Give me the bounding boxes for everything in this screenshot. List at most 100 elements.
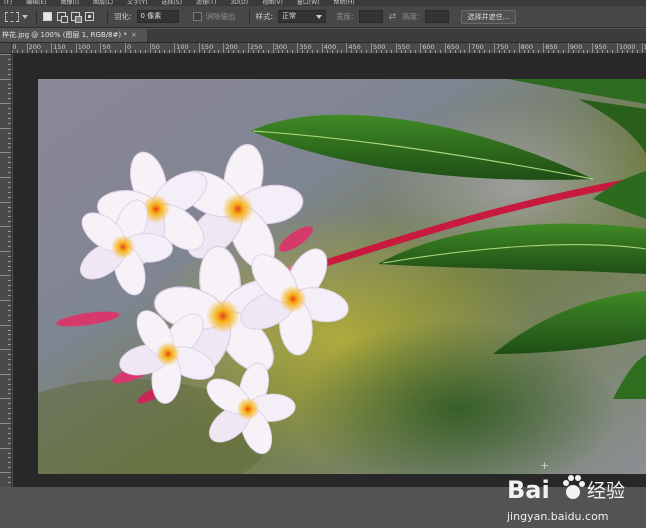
ruler-tick <box>592 43 593 53</box>
ruler-label: 750 <box>496 43 508 51</box>
ruler-tick <box>238 50 239 53</box>
chevron-down-icon <box>316 15 322 19</box>
canvas-area[interactable]: + Bai 经验 jingyan.baidu.com <box>13 54 646 487</box>
ruler-origin[interactable] <box>0 43 12 54</box>
ruler-tick <box>8 88 11 89</box>
ruler-tick <box>612 50 613 53</box>
ruler-tick <box>327 50 328 53</box>
ruler-label: 350 <box>299 43 311 51</box>
ruler-tick <box>91 50 92 53</box>
document-tab[interactable]: 梓花.jpg @ 100% (图层 1, RGB/8#) *× <box>0 29 147 42</box>
ruler-tick <box>0 275 11 276</box>
feather-label: 羽化: <box>114 11 132 22</box>
menu-item[interactable]: 窗口(W) <box>297 0 320 5</box>
ruler-tick <box>578 50 579 53</box>
ruler-tick <box>8 408 11 409</box>
ruler-tick <box>209 50 210 53</box>
ruler-tick <box>8 59 11 60</box>
ruler-label: 400 <box>324 43 336 51</box>
ruler-tick <box>0 325 11 326</box>
ruler-tick <box>509 50 510 53</box>
menu-item[interactable]: 图像(I) <box>61 0 79 5</box>
horizontal-ruler[interactable]: 2502001501005005010015020025030035040045… <box>12 43 646 54</box>
ruler-tick <box>8 453 11 454</box>
ruler-tick <box>484 50 485 53</box>
ruler-tick <box>61 50 62 53</box>
antialias-checkbox[interactable] <box>193 12 202 21</box>
document-canvas[interactable] <box>38 79 646 474</box>
menu-item[interactable]: 文字(Y) <box>127 0 147 5</box>
intersect-selection-icon[interactable] <box>85 12 94 21</box>
height-input[interactable] <box>425 10 449 23</box>
ruler-tick <box>51 43 52 53</box>
ruler-tick <box>228 50 229 53</box>
ruler-tick <box>8 403 11 404</box>
ruler-tick <box>376 50 377 53</box>
ruler-tick <box>66 50 67 53</box>
ruler-tick <box>71 50 72 53</box>
ruler-tick <box>617 43 618 53</box>
ruler-tick <box>8 482 11 483</box>
ruler-tick <box>8 187 11 188</box>
ruler-tick <box>8 344 11 345</box>
close-icon[interactable]: × <box>131 31 137 39</box>
ruler-tick <box>8 167 11 168</box>
ruler-tick <box>381 50 382 53</box>
ruler-tick <box>268 50 269 53</box>
ruler-tick <box>8 457 11 458</box>
feather-input[interactable]: 0 像素 <box>137 10 179 23</box>
style-select-value: 正常 <box>282 11 296 22</box>
menu-item[interactable]: 视图(V) <box>262 0 283 5</box>
style-select[interactable]: 正常 <box>278 10 326 23</box>
ruler-tick <box>337 50 338 53</box>
ruler-label: 700 <box>471 43 483 51</box>
menu-item[interactable]: 滤镜(T) <box>196 0 216 5</box>
ruler-label: 100 <box>78 43 90 51</box>
menu-item[interactable]: (F) <box>4 0 12 5</box>
ruler-tick <box>8 236 11 237</box>
swap-dimensions-icon[interactable]: ⇄ <box>389 12 397 22</box>
subtract-from-selection-icon[interactable] <box>71 12 80 21</box>
menu-item[interactable]: 选择(S) <box>161 0 182 5</box>
ruler-tick <box>8 69 11 70</box>
chevron-down-icon[interactable] <box>22 15 28 19</box>
select-and-mask-button[interactable]: 选择并遮住... <box>461 10 517 24</box>
ruler-tick <box>8 261 11 262</box>
ruler-tick <box>218 50 219 53</box>
divider <box>249 10 250 24</box>
ruler-tick <box>0 103 11 104</box>
ruler-tick <box>8 98 11 99</box>
watermark-url: jingyan.baidu.com <box>507 510 609 523</box>
ruler-tick <box>8 138 11 139</box>
ruler-tick <box>86 50 87 53</box>
vertical-ruler[interactable] <box>0 54 12 487</box>
ruler-tick <box>597 50 598 53</box>
new-selection-icon[interactable] <box>43 12 52 21</box>
add-to-selection-icon[interactable] <box>57 12 66 21</box>
divider <box>36 10 37 24</box>
ruler-label: 600 <box>422 43 434 51</box>
menu-item[interactable]: 编辑(E) <box>26 0 46 5</box>
style-label: 样式: <box>256 11 274 22</box>
menu-item[interactable]: 3D(D) <box>230 0 248 5</box>
width-input[interactable] <box>359 10 383 23</box>
ruler-tick <box>430 50 431 53</box>
baidu-logo-icon: Bai 经验 <box>507 466 646 510</box>
ruler-tick <box>0 54 11 55</box>
ruler-tick <box>524 50 525 53</box>
ruler-tick <box>8 369 11 370</box>
ruler-tick <box>120 50 121 53</box>
menu-item[interactable]: 图层(L) <box>93 0 113 5</box>
ruler-tick <box>0 423 11 424</box>
ruler-tick <box>8 211 11 212</box>
ruler-tick <box>273 43 274 53</box>
ruler-tick <box>627 50 628 53</box>
menu-item[interactable]: 帮助(H) <box>334 0 355 5</box>
ruler-tick <box>8 231 11 232</box>
ruler-tick <box>8 157 11 158</box>
ruler-tick <box>642 43 643 53</box>
marquee-tool-preset-icon[interactable] <box>5 12 19 22</box>
ruler-tick <box>95 50 96 53</box>
ruler-tick <box>0 251 11 252</box>
ruler-tick <box>8 108 11 109</box>
